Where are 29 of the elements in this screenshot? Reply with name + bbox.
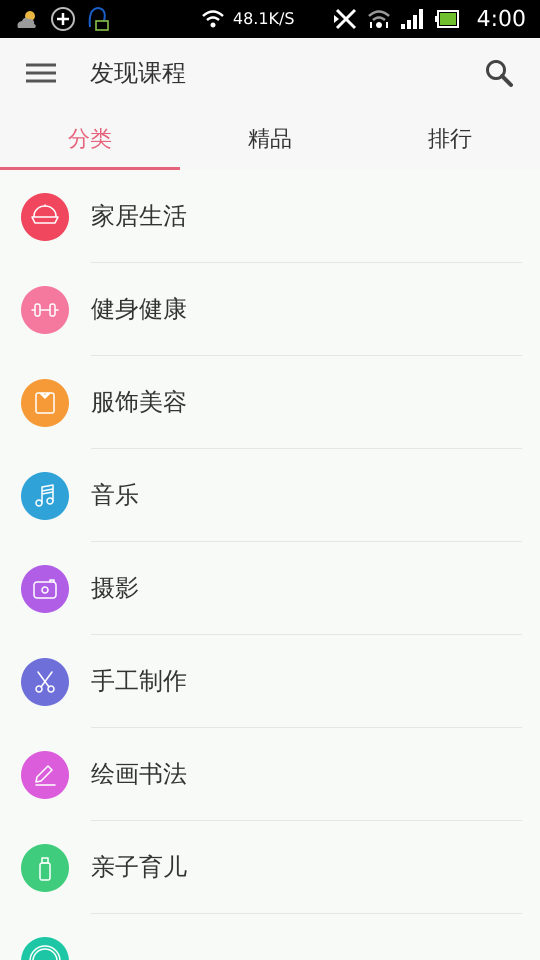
page-title: 发现课程 bbox=[90, 58, 187, 89]
category-tab[interactable]: 精品 bbox=[180, 108, 360, 170]
battery-icon bbox=[434, 10, 459, 28]
category-label: 手工制作 bbox=[91, 666, 187, 697]
category-item[interactable]: 绘画书法 bbox=[0, 728, 540, 821]
category-item[interactable]: 家居生活 bbox=[0, 170, 540, 263]
category-label: 绘画书法 bbox=[91, 759, 187, 790]
category-item[interactable]: 健身健康 bbox=[0, 263, 540, 356]
search-icon bbox=[484, 58, 514, 88]
add-circle-icon bbox=[50, 6, 76, 32]
network-speed: 48.1K/S bbox=[232, 8, 295, 30]
category-label: 音乐 bbox=[91, 480, 139, 511]
clock-time: 4:00 bbox=[476, 6, 526, 34]
menu-icon bbox=[25, 62, 57, 84]
signal-icon bbox=[366, 8, 391, 30]
category-label: 服饰美容 bbox=[91, 387, 187, 418]
category-item[interactable]: 手工制作 bbox=[0, 635, 540, 728]
category-item[interactable]: 服饰美容 bbox=[0, 356, 540, 449]
category-label: 家居生活 bbox=[91, 201, 187, 232]
category-label: 健身健康 bbox=[91, 294, 187, 325]
vibrate-off-icon bbox=[332, 7, 359, 31]
category-label: 亲子育儿 bbox=[91, 852, 187, 883]
category-label: 摄影 bbox=[91, 573, 139, 604]
category-item[interactable]: 亲子育儿 bbox=[0, 821, 540, 914]
wifi-icon bbox=[200, 10, 225, 28]
cell-signal-icon bbox=[400, 8, 423, 30]
category-item[interactable]: 音乐 bbox=[0, 449, 540, 542]
category-tab[interactable]: 排行 bbox=[360, 108, 540, 170]
category-item[interactable]: 摄影 bbox=[0, 542, 540, 635]
